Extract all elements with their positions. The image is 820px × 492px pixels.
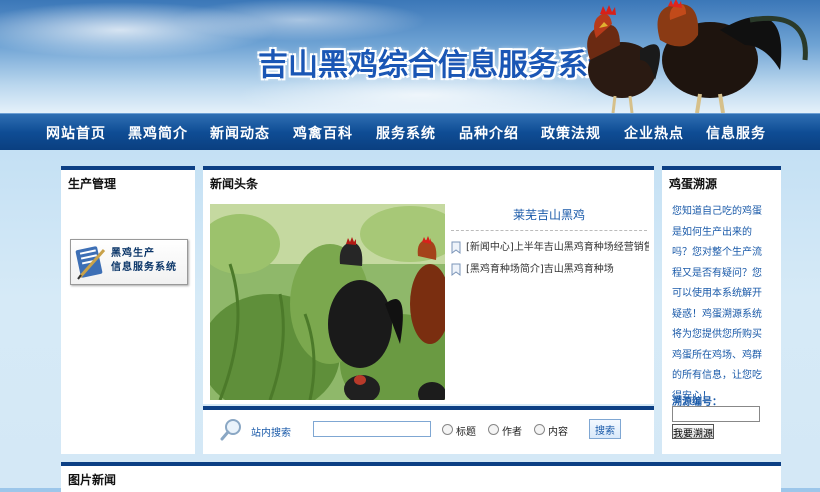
search-label: 站内搜索 (251, 428, 291, 439)
divider (451, 230, 647, 231)
trace-code-input[interactable] (672, 406, 760, 422)
radio-author[interactable] (488, 424, 499, 435)
search-input[interactable] (313, 421, 431, 437)
news-item-text: [新闻中心]上半年吉山黑鸡育种场经营销售情 (466, 242, 649, 253)
nav-info[interactable]: 信息服务 (706, 123, 766, 143)
headlines-panel-title: 新闻头条 (210, 177, 259, 191)
production-system-link[interactable]: 黑鸡生产 信息服务系统 (70, 239, 188, 285)
nav-breeds[interactable]: 品种介绍 (459, 123, 519, 143)
nav-business[interactable]: 企业热点 (624, 123, 684, 143)
news-photo[interactable] (210, 204, 445, 400)
magnifier-icon (220, 419, 241, 441)
news-item[interactable]: [新闻中心]上半年吉山黑鸡育种场经营销售情 (451, 240, 649, 262)
document-pen-icon (75, 246, 106, 280)
site-search-bar: 站内搜索 标题 作者 内容 搜索 (203, 406, 654, 454)
headlines-panel: 新闻头条 莱芜吉山黑鸡 [新闻中心]上半年吉山黑鸡育种场经营销售情 [黑鸡育种场… (203, 166, 654, 404)
nav-intro[interactable]: 黑鸡简介 (128, 123, 188, 143)
bookmark-icon (451, 263, 461, 276)
egg-trace-panel: 鸡蛋溯源 您知道自己吃的鸡蛋是如何生产出来的吗？您对整个生产流程又是否有疑问？您… (662, 166, 781, 454)
logo-text-line1: 黑鸡生产 (111, 248, 155, 259)
nav-wiki[interactable]: 鸡禽百科 (293, 123, 353, 143)
nav-news[interactable]: 新闻动态 (210, 123, 270, 143)
main-nav: 网站首页 黑鸡简介 新闻动态 鸡禽百科 服务系统 品种介绍 政策法规 企业热点 … (0, 113, 820, 150)
nav-home[interactable]: 网站首页 (46, 123, 106, 143)
news-list: [新闻中心]上半年吉山黑鸡育种场经营销售情 [黑鸡育种场简介]吉山黑鸡育种场 (451, 240, 649, 284)
rooster-image (587, 0, 808, 113)
radio-title-label: 标题 (456, 427, 476, 438)
radio-title[interactable] (442, 424, 453, 435)
header-banner: 吉山黑鸡综合信息服务系统 (0, 0, 820, 113)
production-panel-title: 生产管理 (68, 177, 117, 191)
nav-policy[interactable]: 政策法规 (541, 123, 601, 143)
nav-services[interactable]: 服务系统 (376, 123, 436, 143)
egg-trace-description: 您知道自己吃的鸡蛋是如何生产出来的吗？您对整个生产流程又是否有疑问？您可以使用本… (672, 206, 762, 402)
egg-trace-title: 鸡蛋溯源 (669, 177, 718, 191)
radio-author-label: 作者 (502, 427, 522, 438)
search-button[interactable]: 搜索 (589, 419, 621, 439)
news-item-text: [黑鸡育种场简介]吉山黑鸡育种场 (466, 264, 614, 275)
bookmark-icon (451, 241, 461, 254)
logo-text-line2: 信息服务系统 (111, 262, 177, 273)
trace-button[interactable]: 我要溯源 (672, 424, 714, 440)
production-panel: 生产管理 黑鸡生产 信息服务系统 (61, 166, 195, 454)
photo-news-title: 图片新闻 (68, 473, 117, 487)
news-item[interactable]: [黑鸡育种场简介]吉山黑鸡育种场 (451, 262, 649, 284)
radio-content-label: 内容 (548, 427, 568, 438)
radio-content[interactable] (534, 424, 545, 435)
featured-news-title[interactable]: 莱芜吉山黑鸡 (451, 206, 647, 223)
